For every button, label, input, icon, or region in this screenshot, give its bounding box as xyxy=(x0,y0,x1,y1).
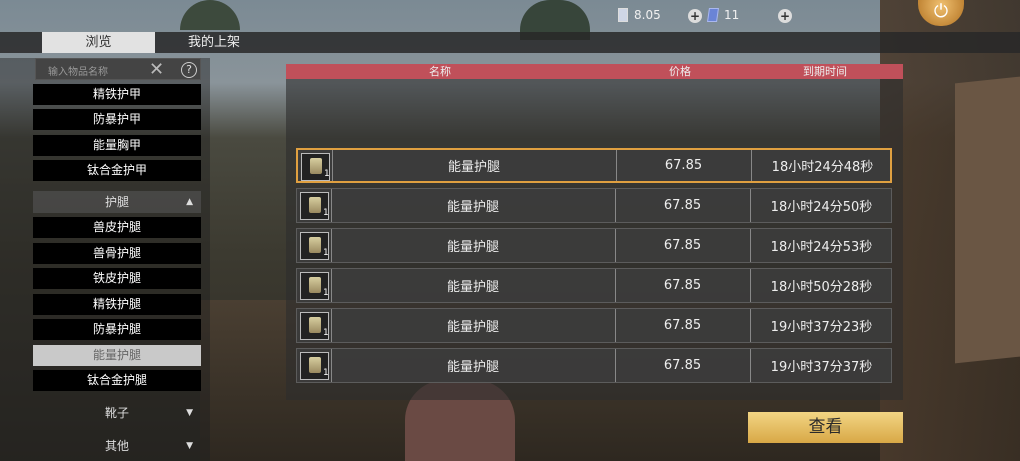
header-name: 名称 xyxy=(429,65,451,78)
item-thumbnail: 1 xyxy=(300,352,329,380)
collapse-arrow-icon: ▲ xyxy=(186,197,193,207)
item-expiry: 18小时24分50秒 xyxy=(770,200,873,215)
header-expiry: 到期时间 xyxy=(803,65,847,78)
expand-arrow-icon: ▼ xyxy=(186,441,193,451)
item-thumbnail: 1 xyxy=(300,312,329,340)
item-expiry: 19小时37分37秒 xyxy=(770,360,873,375)
listing-row[interactable]: 1 能量护腿 67.85 19小时37分23秒 xyxy=(296,308,892,343)
item-price: 67.85 xyxy=(663,238,702,253)
category-boots[interactable]: 靴子 ▼ xyxy=(33,402,201,424)
leg-armor-icon xyxy=(309,277,321,293)
background-board xyxy=(955,76,1020,364)
category-legs[interactable]: 护腿 ▲ xyxy=(33,191,201,213)
sidebar-item[interactable]: 兽骨护腿 xyxy=(33,243,201,264)
sidebar-item[interactable]: 兽皮护腿 xyxy=(33,217,201,238)
item-quantity: 1 xyxy=(324,169,330,179)
leg-armor-icon xyxy=(309,237,321,253)
listing-row[interactable]: 1 能量护腿 67.85 19小时37分37秒 xyxy=(296,348,892,383)
currency-secondary: 11 xyxy=(707,8,740,22)
listing-row[interactable]: 1 能量护腿 67.85 18小时24分50秒 xyxy=(296,188,892,223)
item-name: 能量护腿 xyxy=(446,320,499,335)
leg-armor-icon xyxy=(309,317,321,333)
leg-armor-icon xyxy=(309,357,321,373)
sidebar-item[interactable]: 铁皮护腿 xyxy=(33,268,201,289)
item-expiry: 18小时50分28秒 xyxy=(770,280,873,295)
item-expiry: 18小时24分53秒 xyxy=(770,240,873,255)
listing-panel: 名称 价格 到期时间 1 能量护腿 67.85 18小时24分48秒 1 能量护… xyxy=(286,64,903,400)
item-quantity: 1 xyxy=(323,248,329,258)
item-quantity: 1 xyxy=(323,208,329,218)
sidebar-item[interactable]: 能量胸甲 xyxy=(33,135,201,156)
top-bar: 8.05 + 11 + ⏻ xyxy=(0,0,1020,32)
sidebar-item[interactable]: 精铁护腿 xyxy=(33,294,201,315)
item-price: 67.85 xyxy=(663,198,702,213)
sidebar-item-selected[interactable]: 能量护腿 xyxy=(33,345,201,366)
currency-primary-value: 8.05 xyxy=(634,8,661,22)
item-price: 67.85 xyxy=(663,318,702,333)
item-name: 能量护腿 xyxy=(446,280,499,295)
sidebar-item[interactable]: 精铁护甲 xyxy=(33,84,201,105)
add-card-icon[interactable]: + xyxy=(778,9,792,23)
item-expiry: 18小时24分48秒 xyxy=(771,160,874,175)
help-icon[interactable]: ? xyxy=(181,62,197,78)
item-name: 能量护腿 xyxy=(446,240,499,255)
listing-row[interactable]: 1 能量护腿 67.85 18小时24分53秒 xyxy=(296,228,892,263)
item-thumbnail: 1 xyxy=(300,192,329,220)
item-thumbnail: 1 xyxy=(300,272,329,300)
item-name: 能量护腿 xyxy=(447,160,500,175)
view-button[interactable]: 查看 xyxy=(748,412,903,443)
category-other[interactable]: 其他 ▼ xyxy=(33,435,201,457)
search-input[interactable]: 输入物品名称 xyxy=(48,63,108,78)
table-header: 名称 价格 到期时间 xyxy=(286,64,903,79)
power-icon[interactable]: ⏻ xyxy=(918,0,964,26)
item-price: 67.85 xyxy=(663,278,702,293)
search-box[interactable]: 输入物品名称 ✕ ? xyxy=(35,58,201,80)
category-sidebar: 输入物品名称 ✕ ? 精铁护甲 防暴护甲 能量胸甲 钛合金护甲 护腿 ▲ 兽皮护… xyxy=(0,58,210,461)
category-boots-label: 靴子 xyxy=(104,406,129,420)
sidebar-item[interactable]: 钛合金护甲 xyxy=(33,160,201,181)
tab-my-listings[interactable]: 我的上架 xyxy=(175,32,253,53)
sidebar-item[interactable]: 防暴护甲 xyxy=(33,109,201,130)
leg-armor-icon xyxy=(309,197,321,213)
item-price: 67.85 xyxy=(664,158,703,173)
sidebar-item[interactable]: 防暴护腿 xyxy=(33,319,201,340)
clear-icon[interactable]: ✕ xyxy=(149,59,164,81)
card-icon xyxy=(707,8,719,22)
item-quantity: 1 xyxy=(323,328,329,338)
item-quantity: 1 xyxy=(323,368,329,378)
listing-row[interactable]: 1 能量护腿 67.85 18小时24分48秒 xyxy=(296,148,892,183)
item-name: 能量护腿 xyxy=(446,360,499,375)
tab-bar: 浏览 我的上架 xyxy=(0,32,1020,53)
expand-arrow-icon: ▼ xyxy=(186,408,193,418)
item-name: 能量护腿 xyxy=(446,200,499,215)
currency-primary: 8.05 xyxy=(618,8,661,22)
item-expiry: 19小时37分23秒 xyxy=(770,320,873,335)
category-other-label: 其他 xyxy=(104,439,129,453)
item-quantity: 1 xyxy=(323,288,329,298)
sidebar-item[interactable]: 钛合金护腿 xyxy=(33,370,201,391)
header-price: 价格 xyxy=(669,65,691,78)
item-price: 67.85 xyxy=(663,358,702,373)
listing-row[interactable]: 1 能量护腿 67.85 18小时50分28秒 xyxy=(296,268,892,303)
tab-browse[interactable]: 浏览 xyxy=(42,32,155,53)
category-legs-label: 护腿 xyxy=(104,195,129,209)
coin-icon xyxy=(618,8,628,22)
currency-secondary-value: 11 xyxy=(724,8,740,22)
item-thumbnail: 1 xyxy=(300,232,329,260)
leg-armor-icon xyxy=(310,158,322,174)
add-currency-icon[interactable]: + xyxy=(688,9,702,23)
item-thumbnail: 1 xyxy=(301,153,330,181)
